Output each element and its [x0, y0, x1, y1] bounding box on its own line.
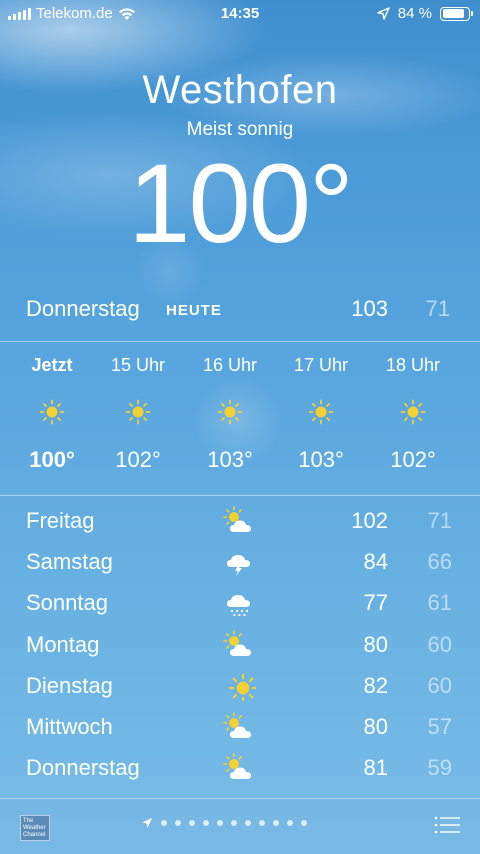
hour-time: 17 Uhr	[293, 355, 349, 375]
current-temperature: 100°	[0, 148, 480, 260]
sun-icon	[308, 399, 334, 425]
status-bar: Telekom.de 14:35 84 %	[0, 0, 480, 28]
day-high: 84	[363, 549, 388, 575]
day-high: 77	[363, 590, 388, 616]
hour-temp: 102°	[115, 447, 161, 472]
page-dots	[161, 820, 307, 826]
today-label: HEUTE	[166, 302, 222, 319]
day-low: 61	[427, 590, 452, 616]
battery-icon	[440, 6, 473, 21]
status-right: 84 %	[377, 5, 473, 22]
day-row: Freitag 102 71	[0, 500, 480, 541]
page-dot[interactable]	[301, 820, 307, 826]
partly-cloudy-icon	[222, 506, 256, 536]
partly-cloudy-icon	[222, 753, 256, 783]
day-high: 82	[363, 672, 388, 698]
day-low: 59	[427, 755, 452, 781]
page-dot[interactable]	[175, 820, 181, 826]
day-high: 80	[363, 631, 388, 657]
location-arrow-icon	[142, 818, 152, 828]
page-dot[interactable]	[161, 820, 167, 826]
page-dot[interactable]	[231, 820, 237, 826]
hour-item: 17 Uhr 103°	[286, 342, 356, 473]
day-row: Dienstag 82 60	[0, 665, 480, 706]
list-icon[interactable]	[434, 815, 460, 835]
sun-icon	[39, 399, 65, 425]
day-low: 57	[427, 713, 452, 739]
day-name: Samstag	[26, 549, 113, 575]
today-high: 103	[351, 296, 388, 321]
day-row: Mittwoch 80 57	[0, 706, 480, 747]
sun-icon	[400, 399, 426, 425]
hour-item: 16 Uhr 103°	[195, 342, 265, 473]
battery-percent: 84 %	[397, 5, 432, 22]
hour-item: 18 Uhr 102°	[378, 342, 448, 473]
day-name: Dienstag	[26, 672, 113, 698]
hour-time: 18 Uhr	[385, 355, 441, 375]
day-high: 81	[363, 755, 388, 781]
partly-cloudy-icon	[222, 712, 256, 742]
hour-temp: 103°	[207, 447, 253, 472]
sun-icon	[222, 671, 256, 701]
day-low: 60	[427, 672, 452, 698]
day-name: Donnerstag	[26, 755, 140, 781]
day-name: Freitag	[26, 508, 95, 533]
sun-icon	[217, 399, 243, 425]
day-high: 80	[363, 713, 388, 739]
day-low: 60	[427, 631, 452, 657]
day-name: Sonntag	[26, 590, 108, 616]
hour-time: Jetzt	[31, 355, 73, 375]
current-temperature-value: 100°	[128, 141, 354, 266]
day-name: Montag	[26, 631, 100, 657]
partly-cloudy-icon	[222, 630, 256, 660]
page-dot[interactable]	[245, 820, 251, 826]
day-row: Samstag 84 66	[0, 541, 480, 582]
page-dot[interactable]	[287, 820, 293, 826]
hourly-forecast[interactable]: Jetzt 100° 15 Uhr 102° 16 Uhr 103° 17 Uh…	[0, 342, 480, 494]
day-name: Mittwoch	[26, 713, 113, 739]
page-dot[interactable]	[189, 820, 195, 826]
page-dot[interactable]	[273, 820, 279, 826]
day-low: 66	[427, 549, 452, 575]
location-services-icon	[377, 7, 390, 20]
weather-condition: Meist sonnig	[186, 119, 294, 140]
weather-channel-logo[interactable]: The Weather Channel	[20, 815, 50, 841]
daily-forecast[interactable]: Freitag 102 71 Samstag 84 66 Sonntag 77 …	[0, 500, 480, 788]
page-indicator[interactable]	[141, 817, 307, 829]
sun-icon	[125, 399, 151, 425]
hour-temp: 102°	[390, 447, 436, 472]
today-day-name: Donnerstag	[26, 296, 140, 321]
day-low: 71	[427, 508, 452, 533]
page-dot[interactable]	[259, 820, 265, 826]
rain-icon	[222, 588, 256, 618]
city-name: Westhofen	[142, 68, 338, 112]
hour-item: Jetzt 100°	[17, 342, 87, 473]
day-row: Sonntag 77 61	[0, 582, 480, 623]
page-dot[interactable]	[217, 820, 223, 826]
hour-time: 15 Uhr	[110, 355, 166, 375]
hour-temp: 103°	[298, 447, 344, 472]
hour-temp: 100°	[29, 447, 75, 472]
page-dot[interactable]	[203, 820, 209, 826]
bottom-toolbar: The Weather Channel	[0, 798, 480, 854]
thunderstorm-icon	[222, 547, 256, 577]
divider-bottom	[0, 495, 480, 496]
today-summary: Donnerstag HEUTE 103 71	[0, 292, 480, 330]
day-row: Montag 80 60	[0, 624, 480, 665]
day-high: 102	[351, 508, 388, 533]
hour-item: 15 Uhr 102°	[103, 342, 173, 473]
today-low: 71	[425, 296, 450, 321]
hour-time: 16 Uhr	[202, 355, 258, 375]
day-row: Donnerstag 81 59	[0, 747, 480, 788]
